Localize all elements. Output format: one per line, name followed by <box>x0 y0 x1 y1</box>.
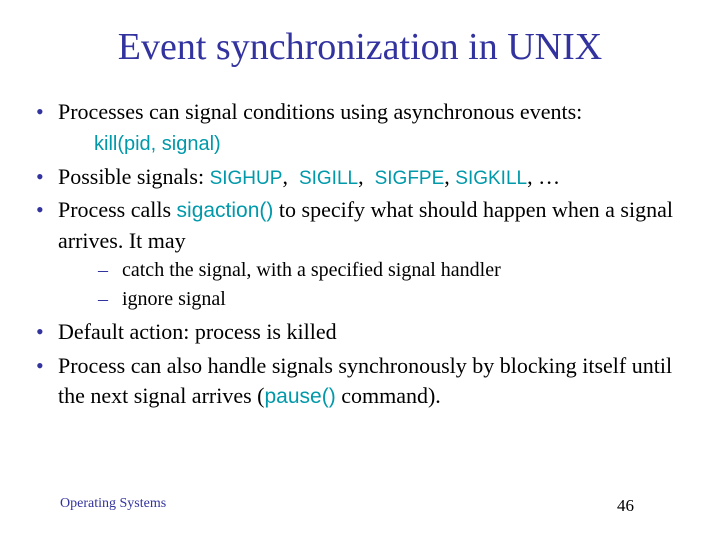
bullet-list: Possible signals: SIGHUP, SIGILL, SIGFPE… <box>30 162 690 411</box>
text: , <box>444 164 455 189</box>
bullet-item: Processes can signal conditions using as… <box>30 97 690 127</box>
slide-title: Event synchronization in UNIX <box>30 25 690 69</box>
sub-item: ignore signal <box>58 286 690 313</box>
bullet-item: Process calls sigaction() to specify wha… <box>30 195 690 313</box>
text: , <box>282 164 299 189</box>
bullet-item: Default action: process is killed <box>30 317 690 347</box>
signal-name: SIGKILL <box>455 168 527 189</box>
text: command). <box>336 383 441 408</box>
text: , <box>358 164 375 189</box>
code-inline: pause() <box>265 385 336 408</box>
sub-list: catch the signal, with a specified signa… <box>58 257 690 313</box>
bullet-list: Processes can signal conditions using as… <box>30 97 690 127</box>
footer-course: Operating Systems <box>60 496 166 512</box>
code-line: kill(pid, signal) <box>30 131 690 158</box>
page-number: 46 <box>617 496 634 516</box>
text: , … <box>527 164 560 189</box>
text: Possible signals: <box>58 164 210 189</box>
slide: Event synchronization in UNIX Processes … <box>0 0 720 540</box>
bullet-item: Process can also handle signals synchron… <box>30 351 690 411</box>
signal-name: SIGFPE <box>375 168 445 189</box>
bullet-item: Possible signals: SIGHUP, SIGILL, SIGFPE… <box>30 162 690 192</box>
text: Process calls <box>58 197 177 222</box>
signal-name: SIGHUP <box>210 168 283 189</box>
code-inline: sigaction() <box>177 199 274 222</box>
sub-item: catch the signal, with a specified signa… <box>58 257 690 284</box>
signal-name: SIGILL <box>299 168 358 189</box>
